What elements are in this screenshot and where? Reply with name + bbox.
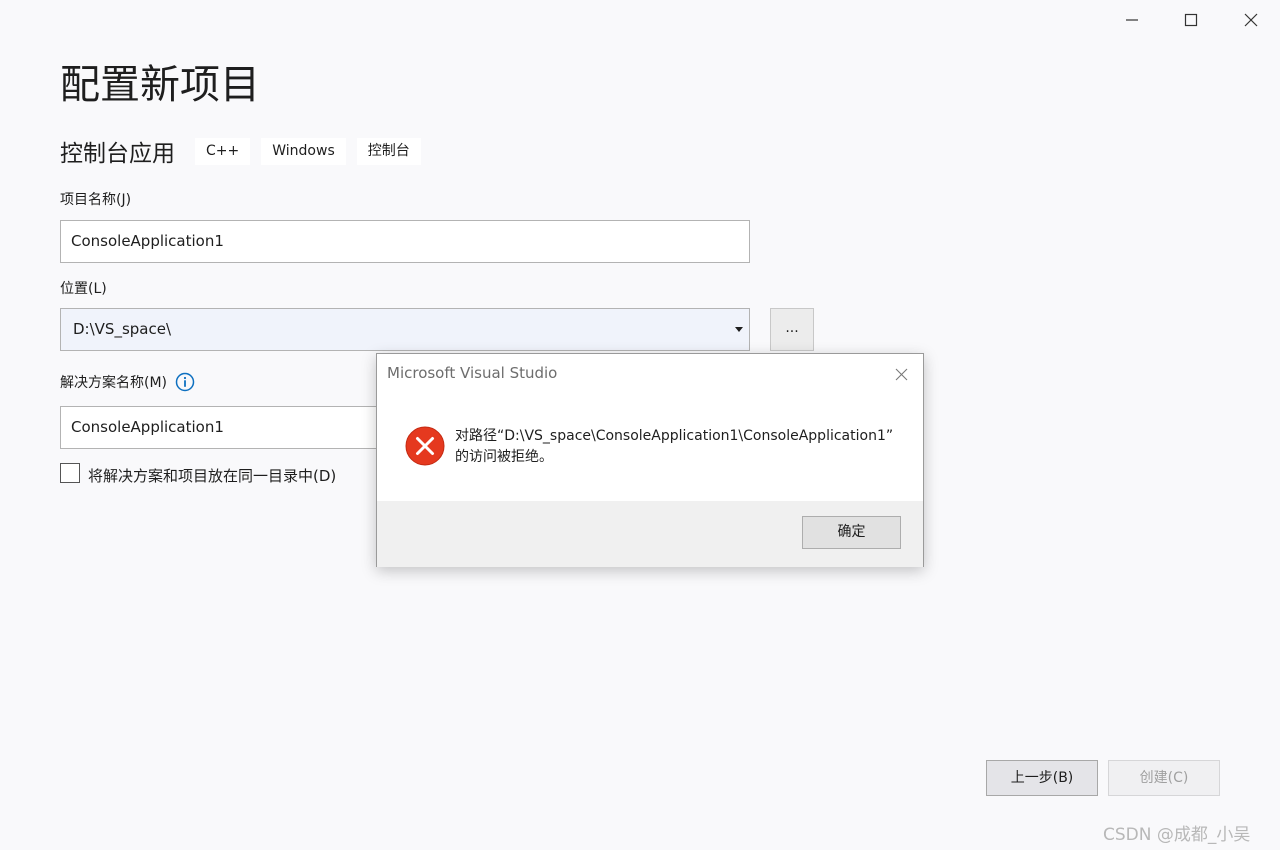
ok-button[interactable]: 确定 — [802, 516, 901, 549]
location-label: 位置(L) — [60, 281, 107, 297]
back-button[interactable]: 上一步(B) — [986, 760, 1098, 796]
project-name-input[interactable]: ConsoleApplication1 — [60, 220, 750, 263]
maximize-icon — [1184, 13, 1198, 27]
tag-language: C++ — [195, 137, 251, 165]
minimize-button[interactable] — [1112, 6, 1152, 34]
solution-name-input[interactable]: ConsoleApplication1 — [60, 406, 390, 449]
solution-name-label: 解决方案名称(M) — [60, 375, 168, 391]
error-dialog: Microsoft Visual Studio 对路径“D:\VS_space\… — [376, 353, 924, 567]
same-directory-checkbox[interactable] — [60, 463, 80, 483]
window-close-button[interactable] — [1231, 6, 1271, 34]
dialog-message-line-1: 对路径“D:\VS_space\ConsoleApplication1\Cons… — [455, 428, 894, 444]
minimize-icon — [1126, 19, 1138, 21]
same-directory-label[interactable]: 将解决方案和项目放在同一目录中(D) — [88, 465, 336, 486]
info-icon[interactable] — [175, 372, 195, 392]
tag-project-type: 控制台 — [356, 137, 421, 165]
maximize-button[interactable] — [1171, 6, 1211, 34]
dialog-title: Microsoft Visual Studio — [387, 364, 558, 382]
location-combobox[interactable]: D:\VS_space\ — [60, 308, 750, 351]
chevron-down-icon — [735, 327, 743, 332]
template-header: 控制台应用 C++ Windows 控制台 — [60, 134, 432, 168]
dialog-footer: 确定 — [377, 501, 923, 567]
dialog-message-line-2: 的访问被拒绝。 — [455, 449, 553, 465]
browse-button[interactable]: ... — [770, 308, 814, 351]
location-dropdown-button[interactable] — [729, 309, 749, 350]
create-button[interactable]: 创建(C) — [1108, 760, 1220, 796]
error-icon — [405, 426, 445, 466]
location-value: D:\VS_space\ — [73, 320, 171, 338]
close-icon — [1244, 13, 1258, 27]
tag-platform: Windows — [261, 137, 346, 165]
dialog-message: 对路径“D:\VS_space\ConsoleApplication1\Cons… — [455, 426, 905, 468]
template-name: 控制台应用 — [60, 141, 175, 167]
page-title: 配置新项目 — [60, 62, 260, 108]
watermark: CSDN @成都_小吴 — [1103, 825, 1251, 845]
close-icon — [895, 368, 907, 380]
dialog-body: 对路径“D:\VS_space\ConsoleApplication1\Cons… — [377, 398, 923, 502]
dialog-close-button[interactable] — [891, 364, 911, 384]
project-name-label: 项目名称(J) — [60, 192, 132, 208]
solution-name-label-row: 解决方案名称(M) — [60, 372, 195, 392]
